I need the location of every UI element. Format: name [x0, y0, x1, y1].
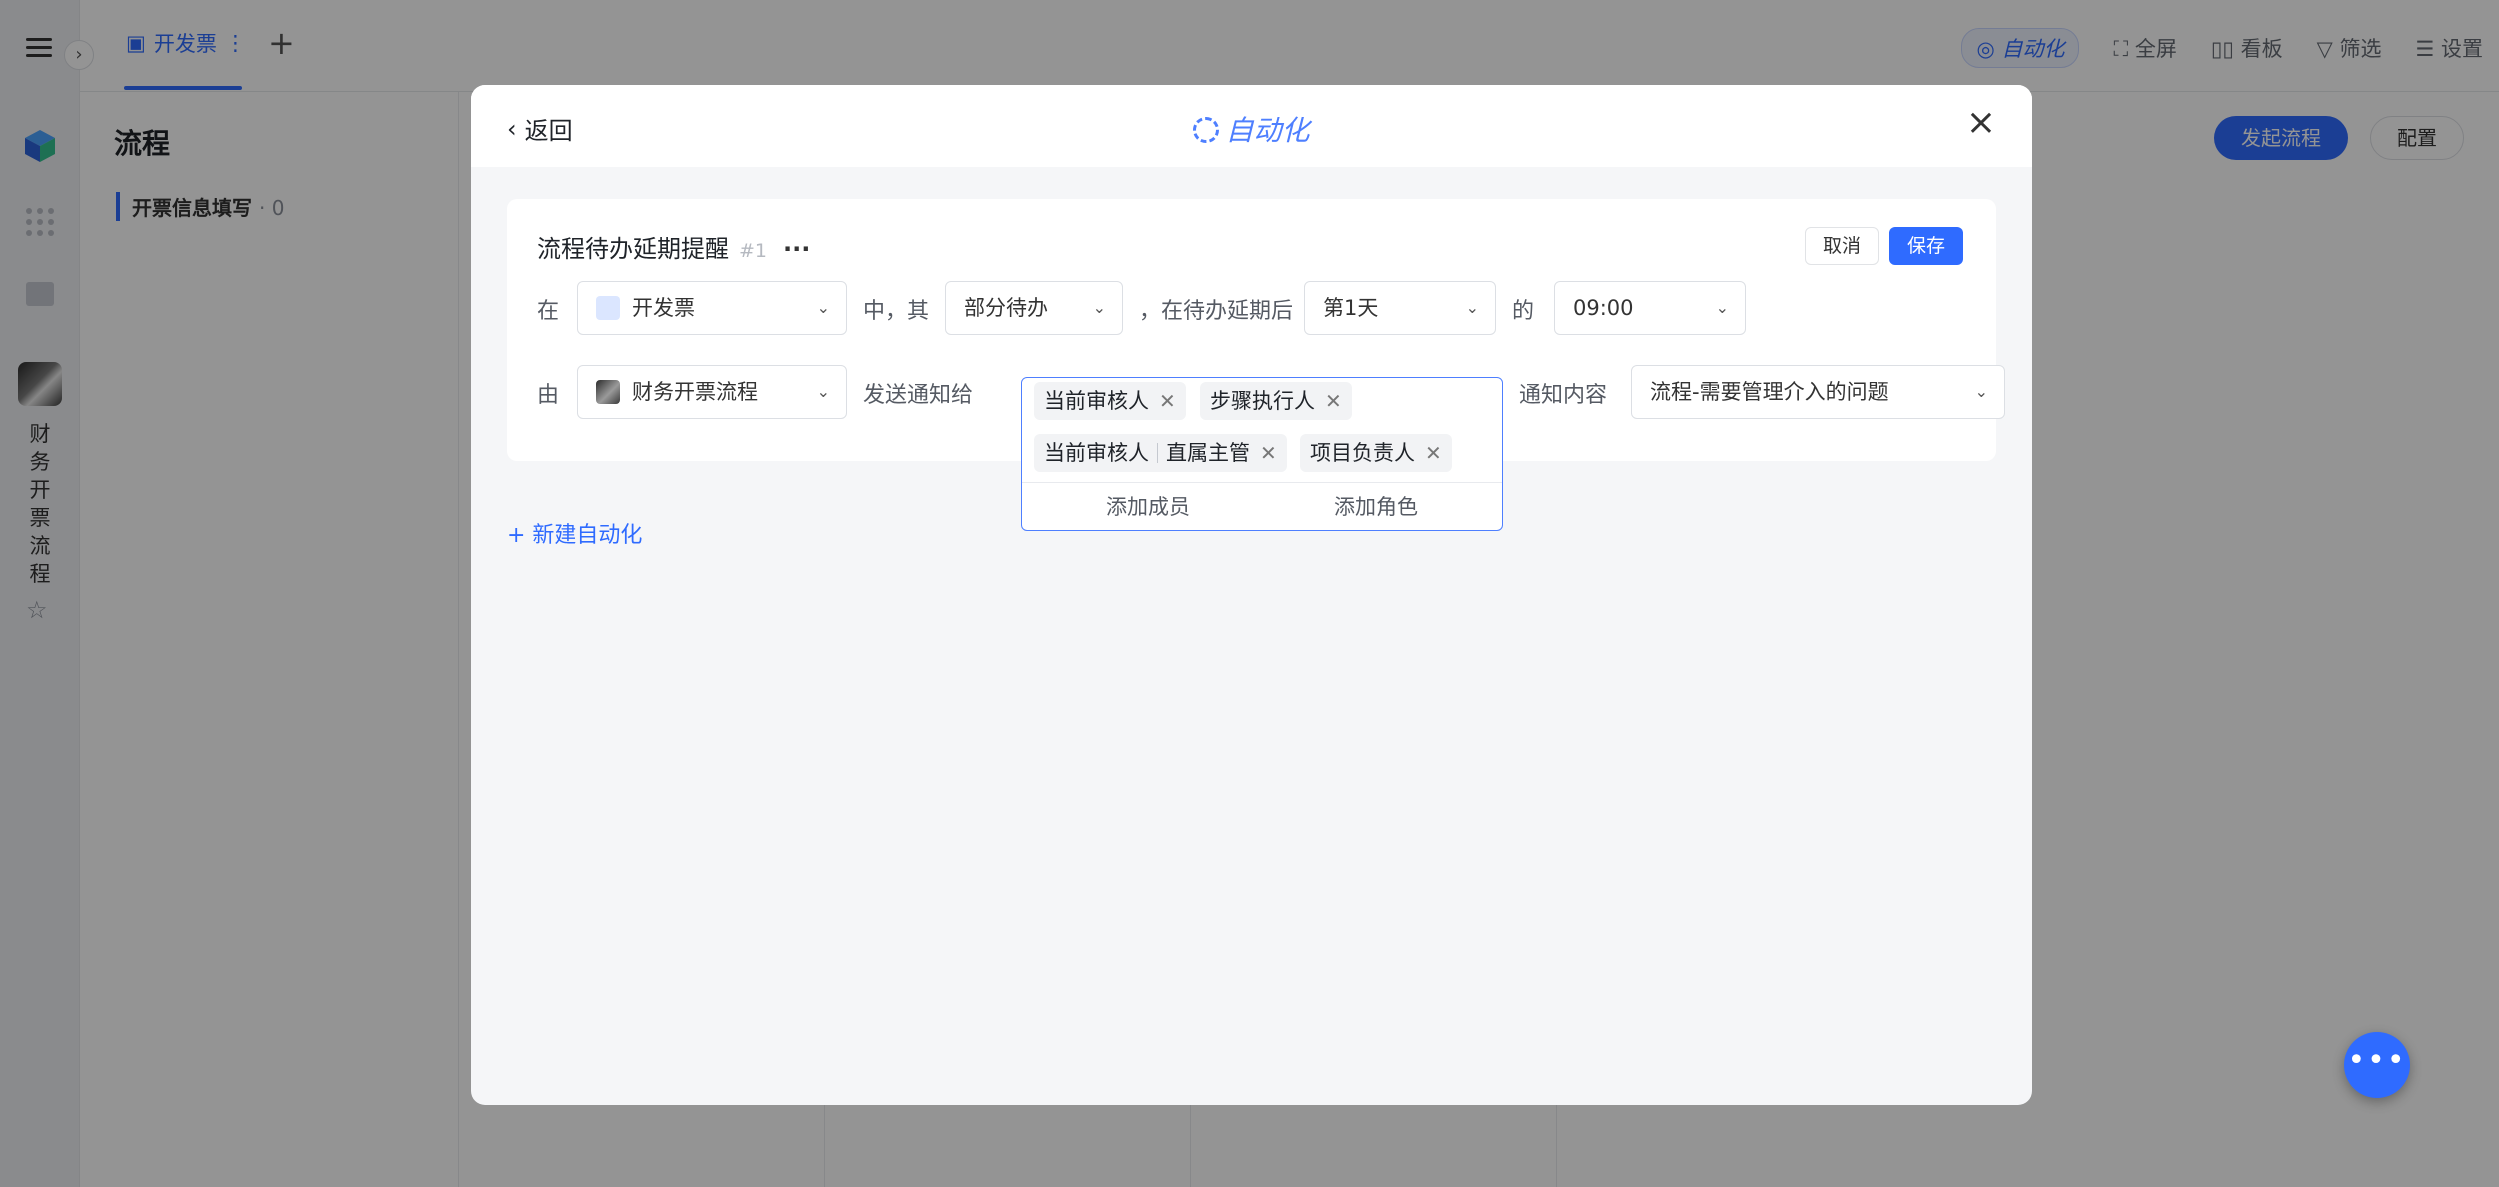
- close-icon[interactable]: ×: [1966, 105, 1996, 141]
- modal-title: 自动化: [471, 109, 2032, 149]
- time-select[interactable]: 09:00 ⌄: [1554, 281, 1746, 335]
- form-icon: [596, 296, 620, 320]
- rule-title[interactable]: 流程待办延期提醒 #1 ···: [537, 229, 810, 264]
- day-select[interactable]: 第1天 ⌄: [1304, 281, 1496, 335]
- label-by: 由: [537, 383, 560, 408]
- add-member-button[interactable]: 添加成员: [1106, 483, 1190, 531]
- recipient-chip: 当前审核人 直属主管 ✕: [1034, 434, 1287, 472]
- label-in: 在: [537, 299, 560, 324]
- form-select[interactable]: 开发票 ⌄: [577, 281, 847, 335]
- label-send: 发送通知给: [863, 383, 974, 408]
- recipients-box[interactable]: 当前审核人 ✕ 步骤执行人 ✕ 当前审核人 直属主管 ✕ 项目负责人 ✕ 添加成员 添加角…: [1021, 377, 1503, 531]
- flow-avatar: [596, 380, 620, 404]
- close-icon[interactable]: ✕: [1159, 389, 1176, 413]
- chevron-down-icon: ⌄: [1092, 298, 1106, 317]
- label-mid: 中，其: [863, 299, 930, 324]
- scope-select[interactable]: 部分待办 ⌄: [945, 281, 1123, 335]
- automation-rule-card: 流程待办延期提醒 #1 ··· 取消 保存 在 开发票 ⌄ 中，其 部分待办 ⌄ ，…: [507, 199, 2005, 531]
- recipient-chip: 步骤执行人 ✕: [1200, 382, 1352, 420]
- content-select[interactable]: 流程-需要管理介入的问题 ⌄: [1631, 365, 2005, 419]
- new-automation-button[interactable]: + 新建自动化: [507, 517, 642, 549]
- label-of: 的: [1512, 299, 1535, 324]
- flow-select[interactable]: 财务开票流程 ⌄: [577, 365, 847, 419]
- more-icon[interactable]: ···: [783, 235, 810, 263]
- close-icon[interactable]: ✕: [1325, 389, 1342, 413]
- modal-header: ‹ 返回 自动化 ×: [471, 85, 2032, 167]
- label-content: 通知内容: [1519, 383, 1608, 408]
- close-icon[interactable]: ✕: [1260, 441, 1277, 465]
- chevron-down-icon: ⌄: [816, 382, 830, 401]
- save-button[interactable]: 保存: [1889, 227, 1963, 265]
- chat-fab-button[interactable]: •••: [2344, 1032, 2410, 1098]
- chevron-down-icon: ⌄: [1465, 298, 1479, 317]
- chevron-down-icon: ⌄: [1715, 298, 1729, 317]
- add-role-button[interactable]: 添加角色: [1334, 483, 1418, 531]
- cancel-button[interactable]: 取消: [1805, 227, 1879, 265]
- recipient-chip: 项目负责人 ✕: [1300, 434, 1452, 472]
- recipients-footer: 添加成员 添加角色: [1022, 482, 1502, 532]
- close-icon[interactable]: ✕: [1425, 441, 1442, 465]
- automation-modal: ‹ 返回 自动化 × 流程待办延期提醒 #1 ··· 取消 保存 在 开发票 ⌄ 中…: [471, 85, 2032, 1105]
- chevron-down-icon: ⌄: [1974, 382, 1988, 401]
- label-after: ，在待办延期后: [1139, 299, 1294, 324]
- chevron-down-icon: ⌄: [816, 298, 830, 317]
- recipient-chip: 当前审核人 ✕: [1034, 382, 1186, 420]
- automation-icon: [1193, 117, 1220, 143]
